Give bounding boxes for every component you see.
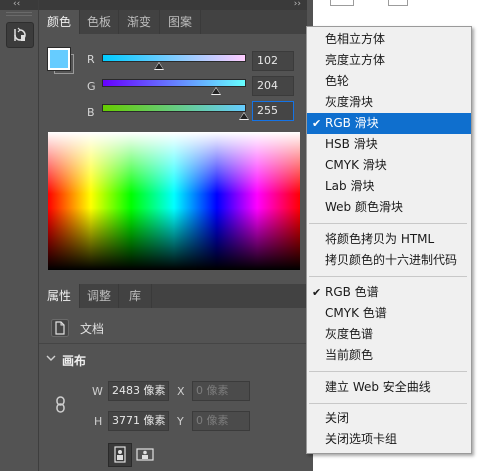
- history-brush-icon: [14, 27, 26, 41]
- canvas-section-title: 画布: [62, 354, 87, 368]
- width-label: W: [92, 385, 103, 398]
- properties-panel-tabs: 属性 调整 库: [39, 284, 307, 308]
- slider-label-r: R: [87, 53, 95, 66]
- r-slider-track[interactable]: [102, 54, 246, 62]
- document-icon: [51, 319, 69, 337]
- menu-item-web-color-sliders[interactable]: Web 颜色滑块: [307, 197, 471, 218]
- r-slider-thumb[interactable]: [154, 62, 164, 70]
- tab-properties[interactable]: 属性: [39, 284, 80, 308]
- width-field[interactable]: 2483 像素: [108, 381, 169, 401]
- tab-swatches[interactable]: 色板: [80, 10, 119, 34]
- g-slider-track[interactable]: [102, 79, 246, 87]
- menu-item-cmyk-sliders[interactable]: CMYK 滑块: [307, 155, 471, 176]
- menu-separator: [309, 371, 467, 372]
- document-label: 文档: [80, 322, 105, 336]
- menu-item-grayscale-ramp[interactable]: 灰度色谱: [307, 324, 471, 345]
- chevron-down-icon[interactable]: [46, 353, 56, 363]
- menu-separator: [309, 223, 467, 224]
- x-label: X: [177, 385, 185, 398]
- color-panel-tabs: 颜色 色板 渐变 图案: [39, 10, 307, 34]
- rgb-color-spectrum[interactable]: [48, 132, 300, 270]
- menu-separator: [309, 403, 467, 404]
- canvas-element: [330, 0, 354, 6]
- y-label: Y: [177, 415, 184, 428]
- tab-adjustments[interactable]: 调整: [80, 284, 119, 308]
- tab-gradients[interactable]: 渐变: [119, 10, 160, 34]
- tab-libraries[interactable]: 库: [119, 284, 152, 308]
- y-field[interactable]: 0 像素: [192, 411, 250, 431]
- menu-item-close-tab-group[interactable]: 关闭选项卡组: [307, 429, 471, 450]
- tool-strip-header: ‹‹: [0, 0, 38, 10]
- menu-item-close[interactable]: 关闭: [307, 408, 471, 429]
- tab-color[interactable]: 颜色: [39, 10, 80, 34]
- panel-header-bar: ››: [39, 0, 307, 10]
- menu-item-current-colors[interactable]: 当前颜色: [307, 345, 471, 366]
- menu-item-color-wheel[interactable]: 色轮: [307, 71, 471, 92]
- height-label: H: [94, 415, 103, 428]
- g-slider-thumb[interactable]: [211, 87, 221, 95]
- slider-label-b: B: [87, 106, 95, 119]
- landscape-icon: [136, 448, 154, 461]
- menu-item-make-ramp-web-safe[interactable]: 建立 Web 安全曲线: [307, 377, 471, 398]
- b-slider-track[interactable]: [102, 104, 246, 112]
- menu-item-hsb-sliders[interactable]: HSB 滑块: [307, 134, 471, 155]
- height-field[interactable]: 3771 像素: [108, 411, 169, 431]
- portrait-orientation-button[interactable]: [108, 443, 132, 467]
- menu-item-rgb-sliders[interactable]: ✔ RGB 滑块: [307, 113, 471, 134]
- menu-item-copy-as-html[interactable]: 将颜色拷贝为 HTML: [307, 229, 471, 250]
- checkmark-icon: ✔: [312, 286, 322, 299]
- tool-strip: ‹‹: [0, 0, 39, 471]
- menu-separator: [309, 276, 467, 277]
- foreground-color-swatch[interactable]: [50, 50, 68, 68]
- section-divider: [39, 343, 307, 344]
- menu-item-grayscale-slider[interactable]: 灰度滑块: [307, 92, 471, 113]
- x-field[interactable]: 0 像素: [192, 381, 250, 401]
- tool-strip-grip[interactable]: [6, 12, 32, 16]
- menu-item-rgb-spectrum[interactable]: ✔ RGB 色谱: [307, 282, 471, 303]
- canvas-element: [388, 0, 408, 6]
- collapse-right-icon[interactable]: ››: [294, 0, 301, 9]
- r-value-field[interactable]: 102: [252, 51, 294, 71]
- g-value-field[interactable]: 204: [252, 76, 294, 96]
- color-panel-menu: 色相立方体 亮度立方体 色轮 灰度滑块 ✔ RGB 滑块 HSB 滑块 CMYK …: [306, 26, 472, 454]
- landscape-orientation-button[interactable]: [134, 443, 156, 465]
- tab-patterns[interactable]: 图案: [160, 10, 201, 34]
- menu-item-brightness-cube[interactable]: 亮度立方体: [307, 50, 471, 71]
- slider-label-g: G: [87, 80, 96, 93]
- menu-item-cmyk-spectrum[interactable]: CMYK 色谱: [307, 303, 471, 324]
- checkmark-icon: ✔: [312, 117, 322, 130]
- menu-item-hue-cube[interactable]: 色相立方体: [307, 29, 471, 50]
- b-slider-thumb[interactable]: [239, 112, 249, 120]
- b-value-field[interactable]: 255: [252, 101, 294, 121]
- menu-item-copy-hex-code[interactable]: 拷贝颜色的十六进制代码: [307, 250, 471, 271]
- history-brush-button[interactable]: [6, 22, 34, 48]
- portrait-icon: [114, 446, 126, 463]
- collapse-left-icon[interactable]: ‹‹: [13, 0, 20, 9]
- menu-item-lab-sliders[interactable]: Lab 滑块: [307, 176, 471, 197]
- link-icon[interactable]: [55, 396, 67, 414]
